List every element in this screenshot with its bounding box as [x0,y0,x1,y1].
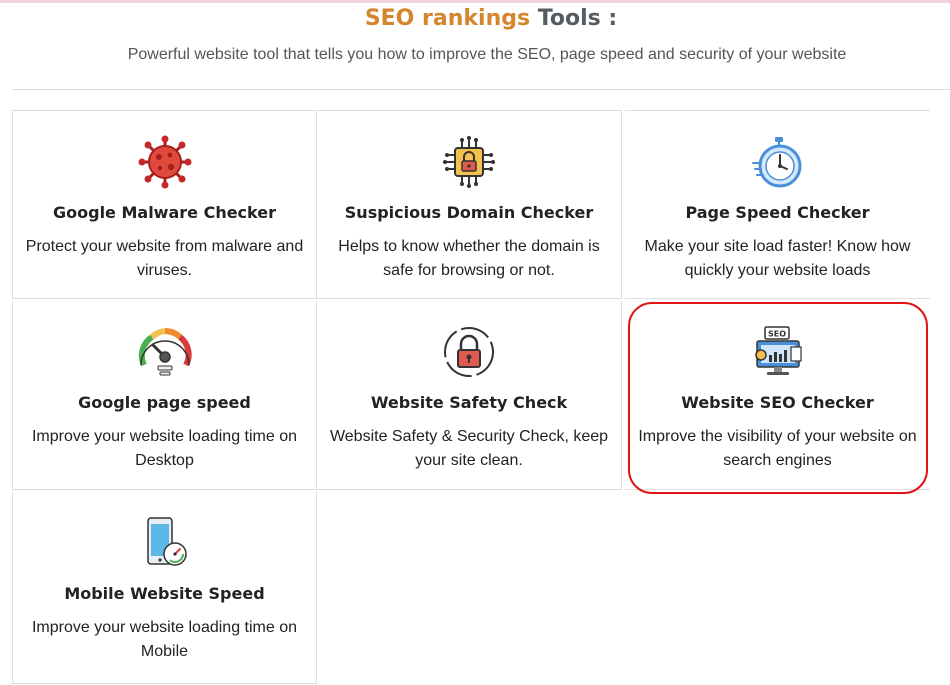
padlock-icon [317,325,621,379]
tool-description: Website Safety & Security Check, keep yo… [329,428,609,469]
virus-icon [13,135,316,189]
page-title-tools: Tools : [537,6,618,31]
tool-card-page-speed-checker[interactable]: Page Speed Checker Make your site load f… [625,110,930,299]
tool-title: Google Malware Checker [53,203,276,222]
tool-description: Helps to know whether the domain is safe… [338,238,600,279]
page-subtitle: Powerful website tool that tells you how… [127,46,847,63]
tool-card-suspicious-domain-checker[interactable]: Suspicious Domain Checker Helps to know … [317,110,622,299]
tool-description: Protect your website from malware and vi… [25,238,304,279]
tool-card-website-seo-checker[interactable]: SEO Website SEO Checker Improve the visi… [625,301,930,490]
tool-title: Suspicious Domain Checker [344,203,594,222]
stopwatch-icon [625,135,930,189]
tool-card-google-page-speed[interactable]: Google page speed Improve your website l… [12,301,317,490]
tool-description: Improve your website loading time on Mob… [31,619,298,660]
tool-description: Make your site load faster! Know how qui… [644,238,911,279]
tool-title: Website Safety Check [370,393,568,412]
seo-monitor-icon: SEO [625,325,930,379]
page-title-seo-rankings: SEO rankings [364,6,531,31]
tool-card-website-safety-check[interactable]: Website Safety Check Website Safety & Se… [317,301,622,490]
tool-title: Google page speed [78,393,251,412]
speedometer-icon [13,325,316,379]
page-title: SEO rankings Tools : [0,6,950,31]
tool-title: Mobile Website Speed [64,584,265,603]
tool-title: Website SEO Checker [681,393,874,412]
tool-description: Improve your website loading time on Des… [31,428,298,469]
tool-card-mobile-website-speed[interactable]: Mobile Website Speed Improve your websit… [12,492,317,684]
divider [12,89,950,90]
chip-lock-icon [317,135,621,189]
top-border [0,0,950,3]
svg-text:SEO: SEO [767,330,785,339]
tool-card-google-malware-checker[interactable]: Google Malware Checker Protect your webs… [12,110,317,299]
tool-description: Improve the visibility of your website o… [638,428,917,469]
mobile-speed-icon [13,516,316,570]
tool-title: Page Speed Checker [685,203,870,222]
